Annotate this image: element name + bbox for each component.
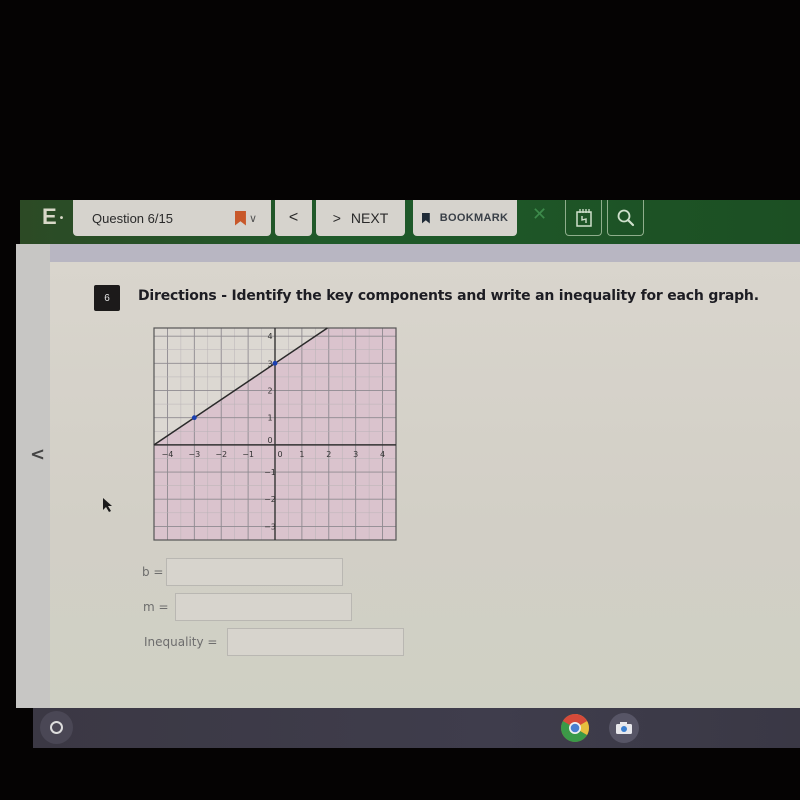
next-label: NEXT <box>350 210 389 226</box>
inequality-field-row: Inequality = <box>144 628 405 656</box>
previous-button[interactable]: < <box>275 200 312 236</box>
y-tick-label: 1 <box>267 414 272 423</box>
top-toolbar: E • Question 6/15 ∨ < > NEXT BOOKMARK ✕ <box>20 200 800 244</box>
y-tick-label: 0 <box>267 436 272 445</box>
notepad-calculator-icon <box>575 208 592 227</box>
previous-arrow-icon[interactable]: < <box>30 444 45 465</box>
camera-app-button[interactable] <box>609 713 639 743</box>
next-button[interactable]: > NEXT <box>316 200 405 236</box>
graph-point <box>191 415 197 421</box>
camera-icon <box>616 722 632 734</box>
question-directions: Directions - Identify the key components… <box>138 288 759 304</box>
mouse-cursor-icon <box>103 498 112 512</box>
logo-text: E <box>42 204 57 229</box>
x-tick-label: −2 <box>215 450 227 459</box>
bookmark-flag-icon <box>234 210 246 226</box>
launcher-circle-icon <box>50 721 63 734</box>
content-area: < 6 Directions - Identify the key compon… <box>16 244 800 708</box>
b-field-row: b = <box>142 558 343 586</box>
logo-dot: • <box>59 212 64 224</box>
m-field-row: m = <box>143 593 352 621</box>
y-tick-label: −2 <box>264 495 276 504</box>
graph-point <box>272 360 278 366</box>
question-number-badge: 6 <box>94 285 120 311</box>
chevron-left-icon: < <box>288 209 299 226</box>
question-card: 6 Directions - Identify the key componen… <box>50 262 800 708</box>
os-taskbar <box>33 708 800 748</box>
launcher-button[interactable] <box>40 711 73 744</box>
b-input[interactable] <box>165 558 343 586</box>
bookmark-button[interactable]: BOOKMARK <box>413 200 517 236</box>
bookmark-icon <box>421 212 430 224</box>
app-logo: E • <box>42 204 63 230</box>
inequality-label: Inequality = <box>144 635 218 649</box>
y-tick-label: −1 <box>264 468 276 477</box>
x-tick-label: 0 <box>277 450 282 459</box>
x-tick-label: 4 <box>380 450 385 459</box>
y-tick-label: −3 <box>264 522 276 531</box>
x-tick-label: 1 <box>299 450 304 459</box>
x-tick-label: −4 <box>162 450 174 459</box>
x-tick-label: 3 <box>353 450 358 459</box>
bookmark-label: BOOKMARK <box>439 212 509 224</box>
left-nav-strip: < <box>16 244 50 708</box>
inequality-input[interactable] <box>227 628 405 656</box>
x-tick-label: −1 <box>242 450 254 459</box>
m-input[interactable] <box>174 593 352 621</box>
question-selector[interactable]: Question 6/15 ∨ <box>73 200 271 236</box>
question-label: Question 6/15 <box>92 210 173 226</box>
chevron-right-icon: > <box>332 210 341 226</box>
b-label: b = <box>142 565 164 579</box>
close-icon[interactable]: ✕ <box>532 204 547 225</box>
inequality-graph: −4 −3 −2 −1 0 1 2 3 4−3−2−101234 <box>153 327 397 541</box>
x-tick-label: 2 <box>326 450 331 459</box>
calculator-button[interactable] <box>565 200 602 236</box>
y-tick-label: 2 <box>267 387 272 396</box>
y-tick-label: 4 <box>267 332 272 341</box>
x-tick-label: −3 <box>188 450 200 459</box>
m-label: m = <box>143 600 169 614</box>
search-button[interactable] <box>607 200 644 236</box>
search-icon <box>617 209 634 226</box>
chevron-down-icon: ∨ <box>248 212 257 225</box>
chrome-icon[interactable] <box>560 713 590 743</box>
